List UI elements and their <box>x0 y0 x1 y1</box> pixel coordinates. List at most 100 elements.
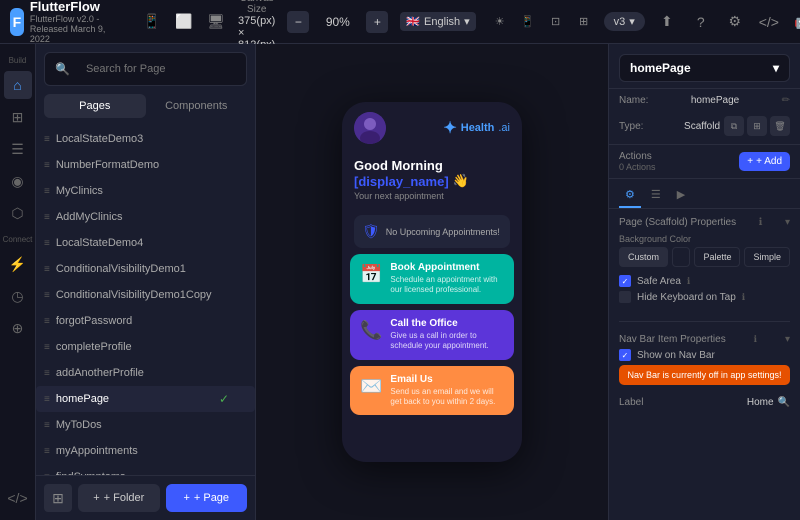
sidebar-icon-data[interactable]: ◷ <box>4 282 32 310</box>
tablet-icon[interactable]: ⬜ <box>170 8 198 36</box>
add-action-button[interactable]: + + Add <box>739 152 790 171</box>
edit-icon[interactable]: ✏ <box>782 95 790 106</box>
bg-color-field: Background Color Custom Palette Simple <box>619 234 790 267</box>
show-nav-checkbox[interactable]: ✓ <box>619 349 631 361</box>
list-item[interactable]: ≡ ConditionalVisibilityDemo1 ⋯ <box>36 256 255 282</box>
tab-pages[interactable]: Pages <box>44 94 146 118</box>
bg-color-options: Custom Palette Simple <box>619 247 790 267</box>
nav-off-text: Nav Bar is currently off in app settings… <box>628 370 782 380</box>
sidebar-icon-code[interactable]: </> <box>4 484 32 512</box>
phone-frame: ✦ Health.ai Good Morning [display_name] … <box>342 102 522 462</box>
sidebar-icon-theme[interactable]: ◉ <box>4 167 32 195</box>
page-name: ConditionalVisibilityDemo1 <box>56 263 229 275</box>
page-name: LocalStateDemo4 <box>56 237 229 249</box>
sidebar-icon-media[interactable]: ⬡ <box>4 199 32 227</box>
label-field-label: Label <box>619 397 643 408</box>
nav-off-banner[interactable]: Nav Bar is currently off in app settings… <box>619 365 790 385</box>
list-item[interactable]: ≡ AddMyClinics ⋯ <box>36 204 255 230</box>
search-input[interactable] <box>76 58 236 80</box>
page-drag-icon: ≡ <box>44 368 50 379</box>
label-search-icon[interactable]: 🔍 <box>778 397 790 408</box>
list-item[interactable]: ≡ myAppointments ⋯ <box>36 438 255 464</box>
rp-page-name-dropdown[interactable]: homePage ▾ <box>619 54 790 82</box>
custom-color-btn[interactable]: Custom <box>619 247 668 267</box>
page-drag-icon: ≡ <box>44 394 50 405</box>
grid-view-icon[interactable]: ⊞ <box>44 484 72 512</box>
tab-animations[interactable]: ▶ <box>671 183 691 208</box>
nav-info-icon[interactable]: ℹ <box>754 334 757 345</box>
sidebar-icon-api[interactable]: ⚡ <box>4 250 32 278</box>
page-drag-icon: ≡ <box>44 238 50 249</box>
sun-icon[interactable]: ☀ <box>488 10 512 34</box>
sidebar-icon-layers[interactable]: ☰ <box>4 135 32 163</box>
health-logo-icon: ✦ <box>443 118 456 138</box>
hide-keyboard-checkbox[interactable] <box>619 291 631 303</box>
tab-components[interactable]: Components <box>146 94 248 118</box>
health-suffix: .ai <box>498 122 510 134</box>
safe-area-info-icon[interactable]: ℹ <box>687 276 690 287</box>
list-icon: ☰ <box>651 189 661 201</box>
version-badge[interactable]: v3 ▾ <box>604 12 645 31</box>
sidebar-icon-widgets[interactable]: ⊞ <box>4 103 32 131</box>
tab-properties[interactable]: ⚙ <box>619 183 641 208</box>
type-value: Scaffold <box>684 121 720 132</box>
add-folder-button[interactable]: + + Folder <box>78 484 160 512</box>
list-item[interactable]: ≡ ConditionalVisibilityDemo1Copy ⋯ <box>36 282 255 308</box>
collapse-icon[interactable]: ▾ <box>785 217 790 228</box>
color-swatch[interactable] <box>672 247 690 267</box>
page-name: ConditionalVisibilityDemo1Copy <box>56 289 229 301</box>
page-name: completeProfile <box>56 341 229 353</box>
logo-text: FlutterFlow FlutterFlow v2.0 - Released … <box>30 0 114 44</box>
split-view-icon[interactable]: ⊡ <box>544 10 568 34</box>
settings-icon[interactable]: ⚙ <box>721 8 749 36</box>
wave-emoji: 👋 <box>453 173 469 189</box>
simple-btn[interactable]: Simple <box>744 247 790 267</box>
hide-keyboard-info-icon[interactable]: ℹ <box>742 292 745 303</box>
expand-icon[interactable]: ⊞ <box>572 10 596 34</box>
list-item[interactable]: ≡ addAnotherProfile ⋯ <box>36 360 255 386</box>
tab-layout[interactable]: ☰ <box>645 183 667 208</box>
wrap-icon[interactable]: ⊞ <box>747 116 767 136</box>
mobile-icon[interactable]: 📱 <box>138 8 166 36</box>
help-icon[interactable]: ? <box>687 8 715 36</box>
safe-area-checkbox[interactable]: ✓ <box>619 275 631 287</box>
list-item[interactable]: ≡ NumberFormatDemo ⋯ <box>36 152 255 178</box>
page-drag-icon: ≡ <box>44 160 50 171</box>
phone-view-icon[interactable]: 📱 <box>516 10 540 34</box>
app-logo: ✦ Health.ai <box>443 118 510 138</box>
scaffold-section-title: Page (Scaffold) Properties ℹ ▾ <box>619 217 790 228</box>
list-item[interactable]: ≡ LocalStateDemo3 ⋯ <box>36 126 255 152</box>
zoom-out-button[interactable]: − <box>287 11 309 33</box>
language-select[interactable]: 🇬🇧 English ▾ <box>400 12 475 31</box>
label-field-row: Label Home 🔍 <box>609 391 800 414</box>
actions-count: 0 Actions <box>619 162 656 172</box>
code-icon[interactable]: </> <box>755 8 783 36</box>
nav-collapse-icon[interactable]: ▾ <box>785 334 790 345</box>
upload-icon[interactable]: ⬆ <box>653 8 681 36</box>
list-item[interactable]: ≡ completeProfile ⋯ <box>36 334 255 360</box>
copy-icon[interactable]: ⧉ <box>724 116 744 136</box>
page-name: myAppointments <box>56 445 229 457</box>
delete-icon[interactable]: 🗑 <box>770 116 790 136</box>
palette-btn[interactable]: Palette <box>694 247 740 267</box>
list-item[interactable]: ≡ LocalStateDemo4 ⋯ <box>36 230 255 256</box>
show-nav-row: ✓ Show on Nav Bar <box>619 349 790 361</box>
zoom-in-button[interactable]: + <box>366 11 388 33</box>
list-item[interactable]: ≡ MyClinics ⋯ <box>36 178 255 204</box>
section-info-icon[interactable]: ℹ <box>759 217 763 228</box>
device-nav: 📱 ⬜ 🖥 <box>138 8 230 36</box>
desktop-icon[interactable]: 🖥 <box>202 8 230 36</box>
phone-cards: 📅 Book Appointment Schedule an appointme… <box>342 254 522 415</box>
sidebar-icon-home[interactable]: ⌂ <box>4 71 32 99</box>
list-item[interactable]: ≡ MyToDos ⋯ <box>36 412 255 438</box>
android-icon[interactable]: 🤖 <box>789 8 800 36</box>
rp-type-row: Type: Scaffold ⧉ ⊞ 🗑 <box>609 112 800 144</box>
list-item-homepage[interactable]: ≡ homePage ✓ ⋯ <box>36 386 255 412</box>
email-desc: Send us an email and we will get back to… <box>390 387 504 408</box>
add-page-button[interactable]: + + Page <box>166 484 248 512</box>
list-item[interactable]: ≡ findSymptoms ⋯ <box>36 464 255 475</box>
health-label: Health <box>461 122 495 134</box>
build-label: Build <box>9 56 27 65</box>
list-item[interactable]: ≡ forgotPassword ⋯ <box>36 308 255 334</box>
sidebar-icon-integration[interactable]: ⊕ <box>4 314 32 342</box>
